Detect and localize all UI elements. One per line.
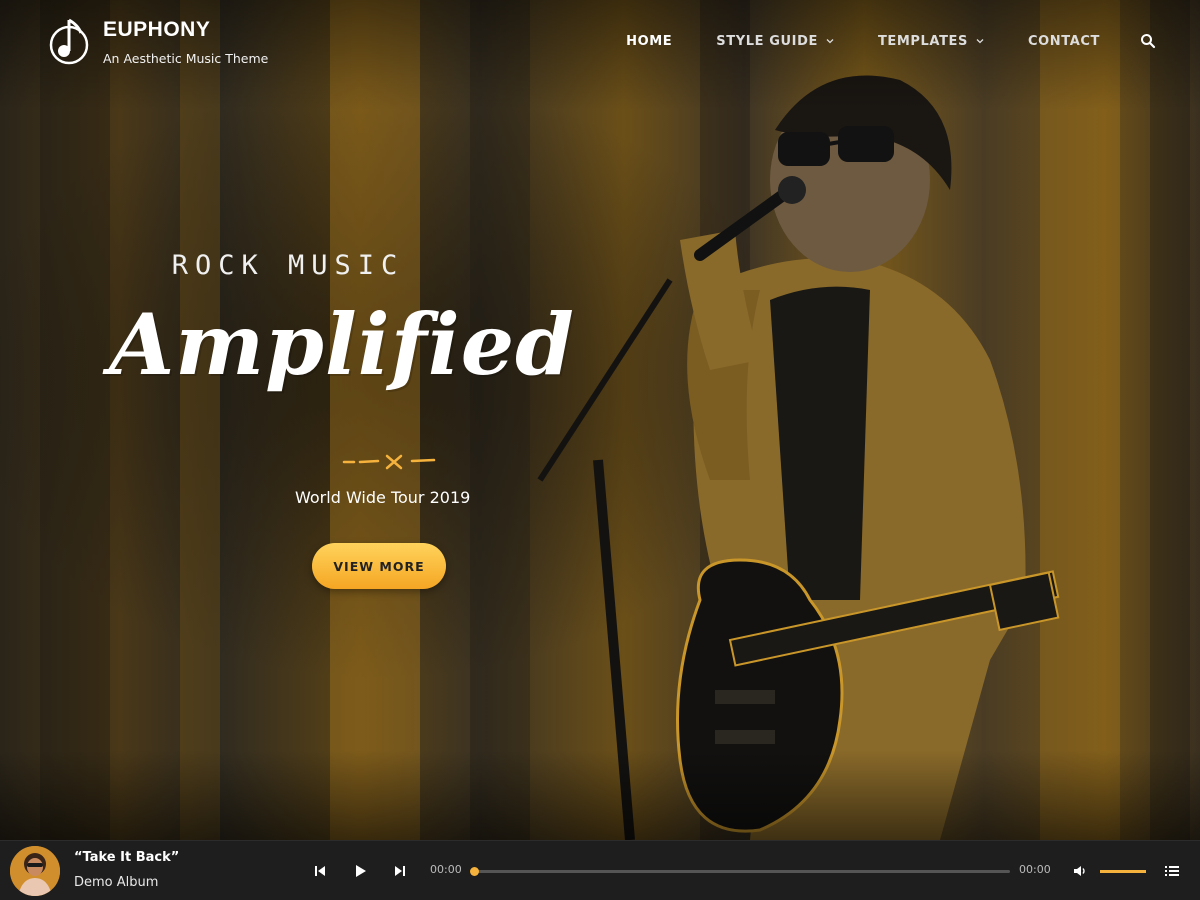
site-title[interactable]: EUPHONY	[103, 18, 210, 42]
volume-slider[interactable]	[1100, 870, 1146, 873]
current-time: 00:00	[430, 863, 462, 876]
hero-content: ROCK MUSIC Amplified World Wide Tour 201…	[109, 250, 610, 589]
music-note-icon[interactable]	[48, 16, 90, 66]
nav-item-templates[interactable]: TEMPLATES	[878, 34, 984, 49]
background-stripe	[40, 0, 110, 840]
hero-banner	[0, 0, 1200, 840]
album-art	[10, 846, 60, 896]
track-album: Demo Album	[74, 875, 159, 890]
nav-item-label: STYLE GUIDE	[716, 33, 818, 49]
site-header: EUPHONY An Aesthetic Music Theme HOME ST…	[0, 0, 1200, 90]
background-stripe	[180, 0, 220, 840]
previous-icon[interactable]	[312, 863, 328, 879]
performer-image	[537, 75, 1060, 840]
site-tagline: An Aesthetic Music Theme	[103, 51, 269, 66]
nav-item-label: CONTACT	[1028, 33, 1100, 49]
volume-icon[interactable]	[1072, 863, 1088, 879]
chevron-down-icon	[976, 39, 984, 44]
duration-time: 00:00	[1019, 863, 1051, 876]
view-more-button[interactable]: VIEW MORE	[312, 543, 446, 589]
nav-item-contact[interactable]: CONTACT	[1028, 34, 1100, 49]
audio-player: “Take It Back” Demo Album 00:00 00:00	[0, 840, 1200, 900]
track-title: “Take It Back”	[74, 850, 180, 865]
next-icon[interactable]	[392, 863, 408, 879]
background-stripe	[330, 0, 420, 840]
nav-item-label: TEMPLATES	[877, 33, 968, 49]
playlist-icon[interactable]	[1164, 863, 1180, 879]
background-stripe	[1150, 0, 1190, 840]
main-navigation: HOME STYLE GUIDE TEMPLATES CONTACT	[582, 33, 1156, 49]
hero-headline: Amplified	[109, 295, 575, 394]
volume-fill	[1100, 870, 1146, 873]
chevron-down-icon	[826, 39, 834, 44]
hero-subtitle: World Wide Tour 2019	[295, 488, 471, 507]
nav-item-home[interactable]: HOME	[626, 34, 672, 49]
ornament-divider-icon	[342, 454, 436, 470]
nav-item-style-guide[interactable]: STYLE GUIDE	[716, 34, 834, 49]
progress-handle[interactable]	[470, 867, 479, 876]
nav-item-label: HOME	[626, 33, 673, 49]
play-icon[interactable]	[352, 863, 368, 879]
progress-bar[interactable]	[470, 867, 1010, 876]
search-icon[interactable]	[1140, 33, 1156, 49]
hero-kicker: ROCK MUSIC	[171, 250, 405, 281]
stage-floor-shade	[0, 750, 1200, 840]
